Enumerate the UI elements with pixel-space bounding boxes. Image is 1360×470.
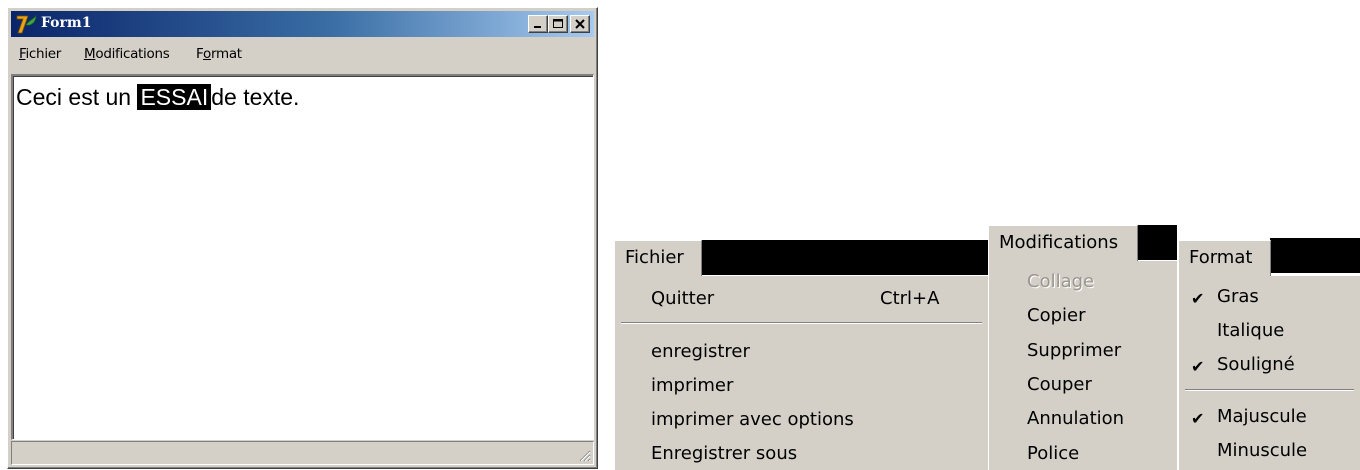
menu-fichier[interactable]: Fichier bbox=[19, 46, 61, 62]
delphi-icon bbox=[16, 14, 37, 34]
format-menu-header[interactable]: Format bbox=[1178, 240, 1271, 276]
menu-format-rest: rmat bbox=[210, 46, 242, 62]
fichier-dropdown: Quitter Ctrl+A enregistrer imprimer impr… bbox=[614, 276, 988, 470]
menu-item-souligne[interactable]: Souligné bbox=[1217, 354, 1295, 375]
form1-window: Form1 Fichier Modifications Format Ceci … bbox=[7, 7, 598, 469]
editor-text-before: Ceci est un bbox=[16, 84, 138, 110]
menu-item-gras[interactable]: Gras bbox=[1217, 286, 1259, 307]
menu-separator bbox=[621, 322, 982, 324]
menu-separator bbox=[1185, 389, 1354, 391]
menu-item-couper[interactable]: Couper bbox=[1027, 374, 1092, 395]
menu-item-enregistrer[interactable]: enregistrer bbox=[651, 341, 750, 362]
menu-modifications-accel: M bbox=[84, 46, 96, 62]
menu-item-collage[interactable]: Collage bbox=[1027, 271, 1094, 292]
menu-modifications-rest: odifications bbox=[95, 46, 170, 62]
menu-fichier-rest: ichier bbox=[25, 46, 62, 62]
status-bar bbox=[11, 441, 594, 465]
menu-item-imprimer-avec-options[interactable]: imprimer avec options bbox=[651, 409, 854, 430]
menu-item-copier[interactable]: Copier bbox=[1027, 305, 1085, 326]
check-icon: ✔ bbox=[1191, 357, 1205, 376]
menu-bar: Fichier Modifications Format bbox=[11, 41, 594, 67]
modifications-menu-header-label: Modifications bbox=[999, 232, 1119, 253]
title-bar[interactable]: Form1 bbox=[11, 11, 594, 37]
close-button[interactable] bbox=[570, 15, 590, 33]
resize-grip-icon[interactable] bbox=[577, 448, 591, 462]
menu-format-pre: F bbox=[196, 46, 203, 62]
window-title: Form1 bbox=[41, 15, 92, 31]
fichier-menu-header[interactable]: Fichier bbox=[614, 240, 702, 276]
text-editor[interactable]: Ceci est un ESSAI de texte. bbox=[11, 74, 594, 440]
maximize-button[interactable] bbox=[548, 15, 568, 33]
editor-text-line: Ceci est un ESSAI de texte. bbox=[16, 84, 299, 111]
editor-text-after: de texte. bbox=[211, 84, 300, 110]
quitter-shortcut: Ctrl+A bbox=[880, 288, 940, 309]
modifications-dropdown: Collage Copier Supprimer Couper Annulati… bbox=[988, 261, 1177, 470]
menubar-highlight-strip bbox=[700, 240, 988, 275]
menu-format[interactable]: Format bbox=[196, 46, 242, 62]
menubar-highlight-strip bbox=[1137, 225, 1177, 260]
check-icon: ✔ bbox=[1191, 289, 1205, 308]
menu-item-annulation[interactable]: Annulation bbox=[1027, 408, 1124, 429]
format-menu-header-label: Format bbox=[1189, 247, 1253, 268]
minimize-icon bbox=[534, 26, 541, 28]
menu-item-majuscule[interactable]: Majuscule bbox=[1217, 406, 1307, 427]
menu-item-imprimer[interactable]: imprimer bbox=[651, 375, 733, 396]
menubar-highlight-strip bbox=[1270, 238, 1360, 273]
modifications-menu-header[interactable]: Modifications bbox=[988, 225, 1138, 261]
close-icon bbox=[575, 19, 585, 29]
minimize-button[interactable] bbox=[528, 15, 548, 33]
maximize-icon bbox=[553, 19, 563, 28]
menu-item-italique[interactable]: Italique bbox=[1217, 320, 1284, 341]
menu-format-accel: o bbox=[202, 46, 211, 62]
menu-item-quitter[interactable]: Quitter bbox=[651, 288, 714, 309]
menu-item-supprimer[interactable]: Supprimer bbox=[1027, 340, 1121, 361]
editor-selected-text: ESSAI bbox=[137, 84, 212, 110]
check-icon: ✔ bbox=[1191, 409, 1205, 428]
menu-item-minuscule[interactable]: Minuscule bbox=[1217, 440, 1307, 461]
format-dropdown: ✔ Gras Italique ✔ Souligné ✔ Majuscule M… bbox=[1178, 276, 1360, 470]
menu-item-police[interactable]: Police bbox=[1027, 443, 1079, 464]
fichier-menu-header-label: Fichier bbox=[625, 247, 684, 268]
menu-modifications[interactable]: Modifications bbox=[84, 46, 170, 62]
menu-item-enregistrer-sous[interactable]: Enregistrer sous bbox=[651, 443, 797, 464]
